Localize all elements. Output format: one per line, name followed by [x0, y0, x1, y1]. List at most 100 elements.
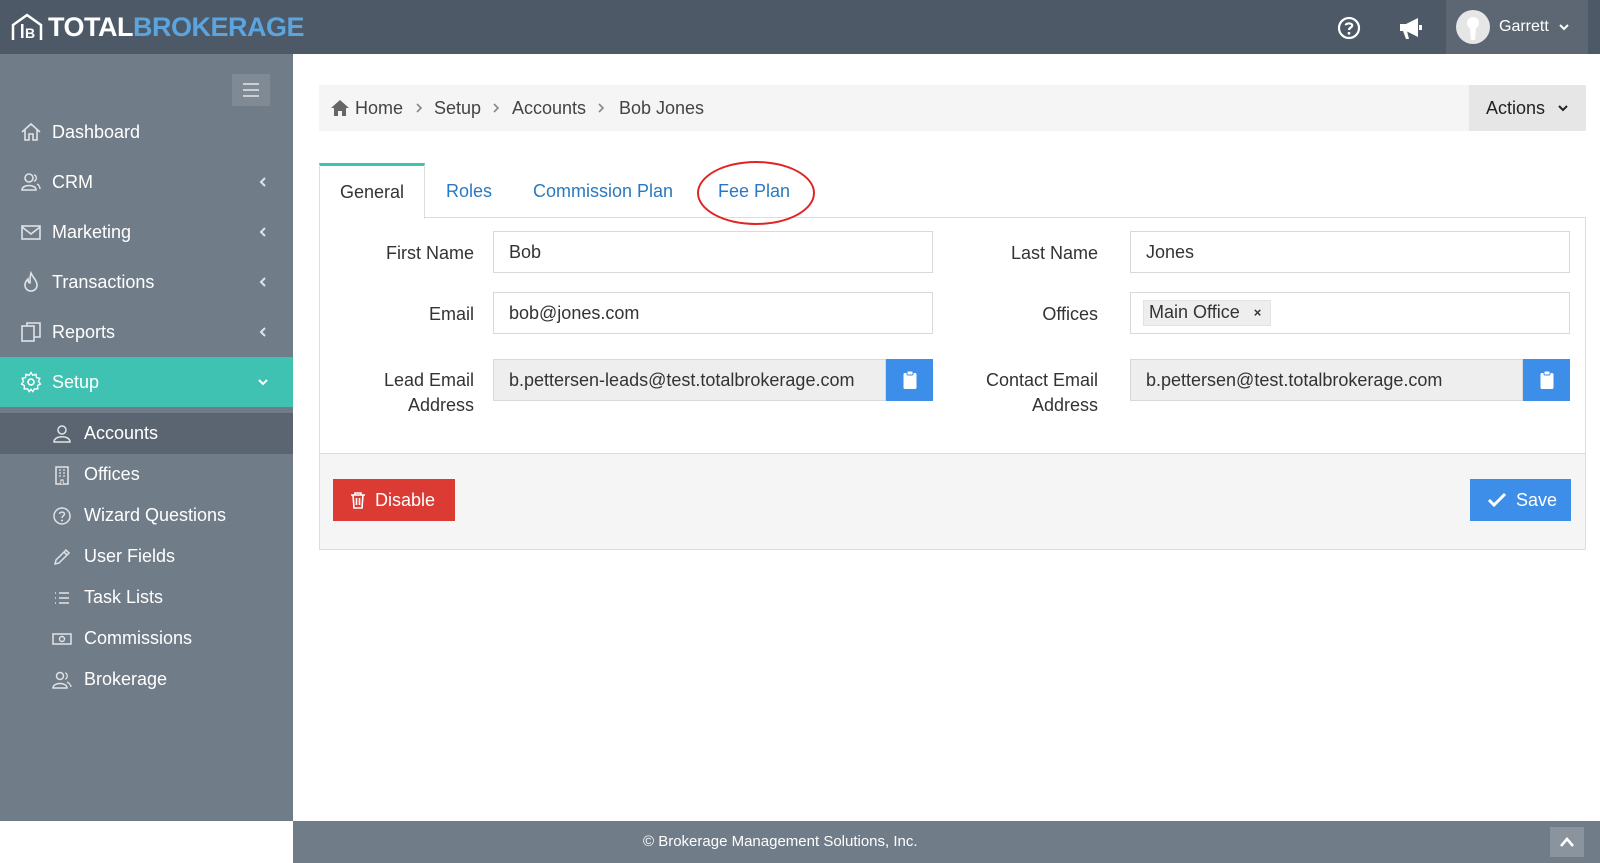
account-form-panel: First Name Bob Last Name Jones Email bob… — [319, 217, 1586, 550]
sidebar-subitem-label: Task Lists — [84, 587, 164, 607]
sidebar-item-marketing[interactable]: Marketing — [0, 207, 293, 257]
sidebar-item-transactions[interactable]: Transactions — [0, 257, 293, 307]
email-input[interactable]: bob@jones.com — [493, 292, 933, 334]
envelope-icon — [21, 225, 41, 240]
gear-icon — [20, 371, 42, 393]
sidebar-subitem-label: User Fields — [84, 546, 176, 566]
last-name-value: Jones — [1146, 241, 1195, 262]
question-icon — [53, 506, 71, 525]
breadcrumb-home[interactable]: Home — [355, 98, 403, 119]
lead-email-label-line: Address — [407, 395, 474, 415]
disable-button[interactable]: Disable — [333, 479, 455, 521]
chevron-left-icon — [259, 177, 266, 187]
tab-roles[interactable]: Roles — [446, 163, 492, 219]
sidebar-item-reports[interactable]: Reports — [0, 307, 293, 357]
breadcrumb-accounts[interactable]: Accounts — [512, 98, 586, 119]
pencil-icon — [53, 548, 71, 565]
brand-total: TOTAL — [48, 11, 134, 42]
sidebar-item-setup[interactable]: Setup — [0, 357, 293, 407]
brand-name: TOTALBROKERAGE — [48, 11, 305, 43]
sidebar-subitem-label: Offices — [84, 464, 140, 484]
brand-logo[interactable]: B TOTALBROKERAGE — [10, 8, 305, 46]
sidebar-subitem-user-fields[interactable]: User Fields — [0, 536, 293, 577]
offices-label: Offices — [1042, 304, 1098, 324]
trash-icon — [351, 492, 365, 509]
avatar-person-icon — [1467, 17, 1479, 40]
breadcrumb-current: Bob Jones — [619, 98, 705, 118]
megaphone-icon[interactable] — [1397, 15, 1425, 41]
office-tag-label: Main Office — [1149, 302, 1240, 322]
sidebar-subitem-wizard-questions[interactable]: Wizard Questions — [0, 495, 293, 536]
top-navbar: B TOTALBROKERAGE Garrett — [0, 0, 1600, 54]
help-icon[interactable] — [1336, 15, 1362, 41]
lead-email-label: Lead Email Address — [340, 368, 474, 418]
svg-text:B: B — [25, 25, 35, 41]
lead-email-input[interactable]: b.pettersen-leads@test.totalbrokerage.co… — [493, 359, 886, 401]
sidebar-item-crm[interactable]: CRM — [0, 157, 293, 207]
scroll-to-top-button[interactable] — [1550, 827, 1584, 857]
contact-email-label-line: Address — [1031, 395, 1098, 415]
hamburger-line — [243, 95, 259, 97]
first-name-value: Bob — [509, 241, 542, 262]
sidebar-subitem-task-lists[interactable]: Task Lists — [0, 577, 293, 618]
user-menu[interactable]: Garrett — [1446, 0, 1588, 54]
sidebar-subitem-accounts[interactable]: Accounts — [0, 413, 293, 454]
chevron-down-icon — [1558, 105, 1568, 112]
save-button[interactable]: Save — [1470, 479, 1571, 521]
sidebar-item-label: Reports — [52, 321, 116, 342]
chevron-right-icon — [598, 103, 605, 113]
clipboard-icon — [1540, 370, 1553, 389]
chevron-left-icon — [259, 227, 266, 237]
user-name: Garrett — [1499, 18, 1549, 35]
avatar — [1456, 10, 1490, 44]
hamburger-line — [243, 83, 259, 85]
last-name-label: Last Name — [1010, 243, 1098, 263]
lead-email-label-line: Lead Email — [383, 370, 474, 390]
sidebar-subitem-offices[interactable]: Offices — [0, 454, 293, 495]
list-icon — [55, 591, 69, 604]
sidebar-subitem-commissions[interactable]: Commissions — [0, 618, 293, 659]
offices-select[interactable]: Main Office × — [1130, 292, 1570, 334]
chevron-up-icon — [1560, 837, 1574, 847]
sidebar-item-label: Marketing — [52, 221, 132, 242]
copyright-text: © Brokerage Management Solutions, Inc. — [643, 833, 918, 850]
sidebar-toggle-button[interactable] — [232, 74, 270, 106]
save-label: Save — [1516, 489, 1558, 510]
building-icon — [55, 465, 69, 485]
sidebar-item-label: Setup — [52, 371, 100, 392]
email-value: bob@jones.com — [509, 302, 640, 323]
email-label: Email — [428, 304, 474, 324]
actions-label: Actions — [1486, 97, 1546, 118]
sidebar-subitem-label: Accounts — [84, 423, 159, 443]
copy-lead-email-button[interactable] — [886, 359, 933, 401]
contact-email-value: b.pettersen@test.totalbrokerage.com — [1146, 369, 1443, 390]
office-tag: Main Office × — [1143, 300, 1272, 326]
lead-email-value: b.pettersen-leads@test.totalbrokerage.co… — [509, 369, 855, 390]
contact-email-label-line: Contact Email — [985, 370, 1098, 390]
sidebar-subitem-brokerage[interactable]: Brokerage — [0, 659, 293, 700]
chevron-right-icon — [493, 103, 500, 113]
sidebar-item-label: Transactions — [52, 271, 155, 292]
remove-tag-icon[interactable]: × — [1254, 305, 1262, 320]
copy-contact-email-button[interactable] — [1523, 359, 1570, 401]
actions-dropdown-button[interactable]: Actions — [1469, 85, 1586, 131]
sidebar: Dashboard CRM Marketing Transactions Rep… — [0, 54, 293, 821]
sidebar-subitem-label: Brokerage — [84, 669, 168, 689]
flame-icon — [24, 271, 38, 292]
breadcrumb-setup[interactable]: Setup — [434, 98, 481, 119]
contact-email-label: Contact Email Address — [940, 368, 1098, 418]
contact-email-input[interactable]: b.pettersen@test.totalbrokerage.com — [1130, 359, 1523, 401]
first-name-input[interactable]: Bob — [493, 231, 933, 273]
tab-general[interactable]: General — [319, 163, 425, 219]
copy-icon — [21, 322, 41, 342]
user-icon — [53, 424, 71, 443]
home-icon — [331, 100, 349, 116]
tab-commission-plan[interactable]: Commission Plan — [533, 163, 673, 219]
last-name-input[interactable]: Jones — [1130, 231, 1570, 273]
money-icon — [52, 632, 72, 645]
disable-label: Disable — [375, 489, 436, 510]
tab-fee-plan[interactable]: Fee Plan — [718, 163, 790, 219]
chevron-right-icon — [416, 103, 423, 113]
sidebar-item-label: CRM — [52, 171, 93, 192]
sidebar-item-dashboard[interactable]: Dashboard — [0, 107, 293, 157]
